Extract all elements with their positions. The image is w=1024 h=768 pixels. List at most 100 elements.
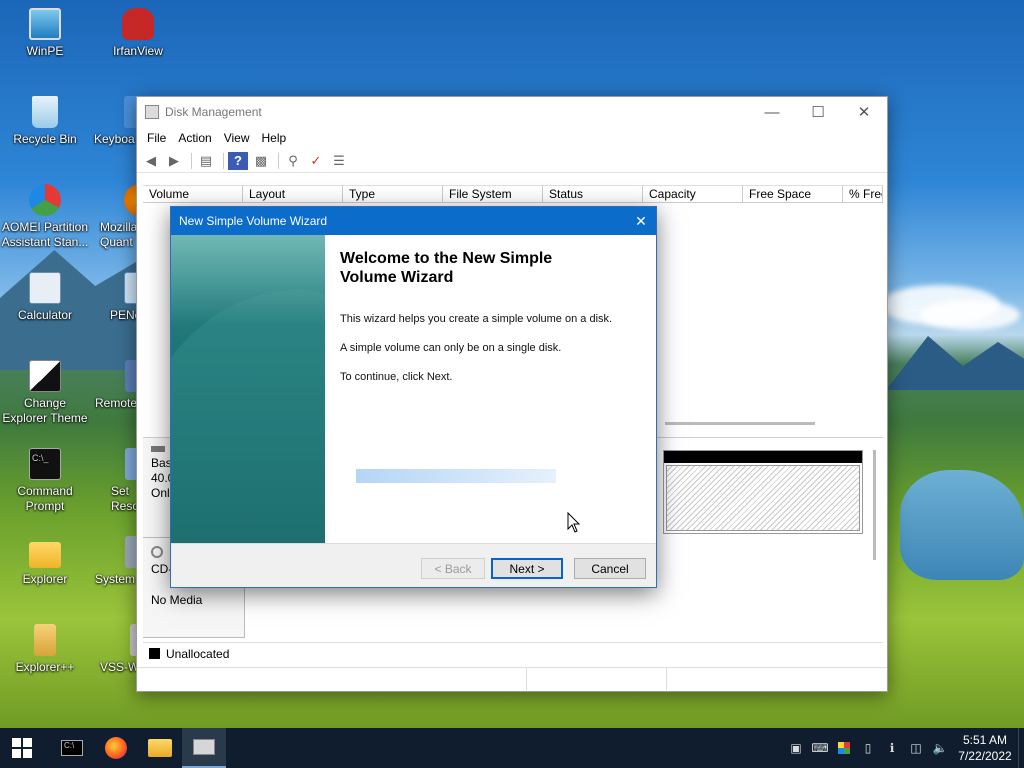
minimize-button[interactable]: — — [749, 97, 795, 127]
menu-view[interactable]: View — [218, 131, 256, 145]
desktop-icon-change-explorer-theme[interactable]: Change Explorer Theme — [0, 360, 90, 426]
desktop-icon-label: Recycle Bin — [13, 132, 77, 146]
irfanview-icon — [122, 8, 154, 40]
wizard-close-button[interactable]: ✕ — [626, 207, 656, 235]
recycle-bin-icon — [32, 96, 58, 128]
next-button[interactable]: Next > — [491, 558, 563, 579]
dm-titlebar[interactable]: Disk Management — ☐ ✕ — [137, 97, 887, 127]
show-desktop-button[interactable] — [1018, 728, 1024, 768]
aomei-icon — [29, 184, 61, 216]
disk-management-icon — [145, 105, 159, 119]
column-header-volume[interactable]: Volume — [143, 186, 243, 202]
menu-file[interactable]: File — [141, 131, 172, 145]
wizard-paragraph: To continue, click Next. — [340, 371, 453, 383]
clock[interactable]: 5:51 AM 7/22/2022 — [952, 732, 1018, 764]
clock-time: 5:51 AM — [962, 733, 1008, 747]
column-header-file-system[interactable]: File System — [443, 186, 543, 202]
taskbar: C:\ ▣ ⌨ ▯ ℹ ◫ 🔈 5:51 AM 7/22/2022 — [0, 728, 1024, 768]
keyboard-tray-icon[interactable]: ⌨ — [808, 728, 832, 768]
desktop-icon-label: Keyboa — [94, 132, 135, 146]
properties-icon[interactable]: ▩ — [251, 152, 271, 170]
check-icon[interactable]: ✓ — [306, 152, 326, 170]
volume-muted-icon[interactable]: 🔈 — [928, 728, 952, 768]
usb-tray-icon[interactable]: ▯ — [856, 728, 880, 768]
maximize-button[interactable]: ☐ — [795, 97, 841, 127]
taskbar-explorer[interactable] — [138, 728, 182, 768]
desktop-icon-label: WinPE — [26, 44, 64, 58]
banner-shine — [171, 235, 325, 325]
legend-unallocated-label: Unallocated — [166, 646, 230, 661]
column-header-capacity[interactable]: Capacity — [643, 186, 743, 202]
desktop-icon-explorer-plus[interactable]: Explorer++ — [0, 624, 90, 675]
network-tray-icon[interactable]: ▣ — [784, 728, 808, 768]
folder-icon — [34, 624, 56, 656]
column-header-status[interactable]: Status — [543, 186, 643, 202]
disk-drive-icon — [151, 446, 165, 452]
windows-logo-icon — [12, 738, 32, 758]
desktop-icon-label: Change Explorer Theme — [2, 396, 88, 425]
wallpaper-cloud — [920, 300, 1020, 330]
taskbar-firefox[interactable] — [94, 728, 138, 768]
desktop-icon-command-prompt[interactable]: C:\_ Command Prompt — [0, 448, 90, 514]
taskbar-command-prompt[interactable]: C:\ — [50, 728, 94, 768]
column-header-free-space[interactable]: Free Space — [743, 186, 843, 202]
menu-help[interactable]: Help — [256, 131, 293, 145]
theme-icon — [29, 360, 61, 392]
ethernet-tray-icon[interactable]: ◫ — [904, 728, 928, 768]
partition-hatch — [666, 465, 860, 531]
desktop-icon-label: Explorer++ — [15, 660, 75, 674]
color-tray-icon[interactable] — [832, 728, 856, 768]
clock-date: 7/22/2022 — [958, 749, 1012, 763]
show-hide-tree-icon[interactable]: ▤ — [196, 152, 216, 170]
wizard-footer: < Back Next > Cancel — [171, 543, 656, 587]
desktop-icon-label: AOMEI Partition Assistant Stan... — [1, 220, 89, 249]
desktop-icon-calculator[interactable]: Calculator — [0, 272, 90, 323]
mouse-cursor-icon — [567, 512, 581, 533]
menu-action[interactable]: Action — [172, 131, 217, 145]
desktop-icon-aomei[interactable]: AOMEI Partition Assistant Stan... — [0, 184, 90, 250]
wizard-title: New Simple Volume Wizard — [179, 214, 328, 228]
start-button[interactable] — [0, 728, 44, 768]
column-header-percent-free[interactable]: % Free — [843, 186, 883, 202]
toolbar-separator — [278, 152, 279, 169]
dm-toolbar: ◀ ▶ ▤ ? ▩ ⚲ ✓ ☰ — [137, 149, 887, 173]
settings-list-icon[interactable]: ☰ — [329, 152, 349, 170]
new-simple-volume-wizard: New Simple Volume Wizard ✕ Welcome to th… — [170, 206, 657, 588]
desktop-icon-label: VSS-W — [100, 660, 140, 674]
wallpaper-lake — [900, 470, 1024, 580]
cdrom-0-status: No Media — [151, 593, 203, 607]
back-button[interactable]: < Back — [421, 558, 485, 579]
connect-icon[interactable]: ⚲ — [283, 152, 303, 170]
column-header-type[interactable]: Type — [343, 186, 443, 202]
close-button[interactable]: ✕ — [841, 97, 887, 127]
dm-menubar: File Action View Help — [137, 127, 887, 149]
system-tray: ▣ ⌨ ▯ ℹ ◫ 🔈 5:51 AM 7/22/2022 — [784, 728, 1024, 768]
scrollbar-thumb[interactable] — [665, 422, 815, 425]
wallpaper-mountain — [886, 336, 1024, 390]
cancel-button[interactable]: Cancel — [574, 558, 646, 579]
desktop-icon-label: Calculator — [17, 308, 73, 322]
legend: Unallocated — [143, 642, 883, 664]
desktop-icon-winpe[interactable]: WinPE — [0, 8, 90, 59]
wizard-paragraph: This wizard helps you create a simple vo… — [340, 313, 613, 325]
banner-curve — [171, 290, 325, 543]
calculator-icon — [29, 272, 61, 304]
vertical-scrollbar[interactable] — [873, 450, 876, 560]
desktop-icon-label: Mozilla Quant — [100, 220, 138, 249]
folder-icon — [148, 739, 172, 757]
firefox-icon — [105, 737, 127, 759]
wizard-titlebar[interactable]: New Simple Volume Wizard ✕ — [171, 207, 656, 235]
column-header-layout[interactable]: Layout — [243, 186, 343, 202]
selection-highlight — [356, 469, 556, 483]
desktop-icon-recycle-bin[interactable]: Recycle Bin — [0, 96, 90, 147]
unallocated-partition[interactable] — [663, 450, 863, 534]
status-pane — [137, 668, 527, 690]
back-arrow-icon[interactable]: ◀ — [141, 152, 161, 170]
desktop-icon-irfanview[interactable]: IrfanView — [93, 8, 183, 59]
info-tray-icon[interactable]: ℹ — [880, 728, 904, 768]
status-pane — [527, 668, 667, 690]
taskbar-disk-management[interactable] — [182, 728, 226, 768]
desktop-icon-explorer[interactable]: Explorer — [0, 536, 90, 587]
help-icon[interactable]: ? — [228, 151, 248, 170]
forward-arrow-icon[interactable]: ▶ — [164, 152, 184, 170]
